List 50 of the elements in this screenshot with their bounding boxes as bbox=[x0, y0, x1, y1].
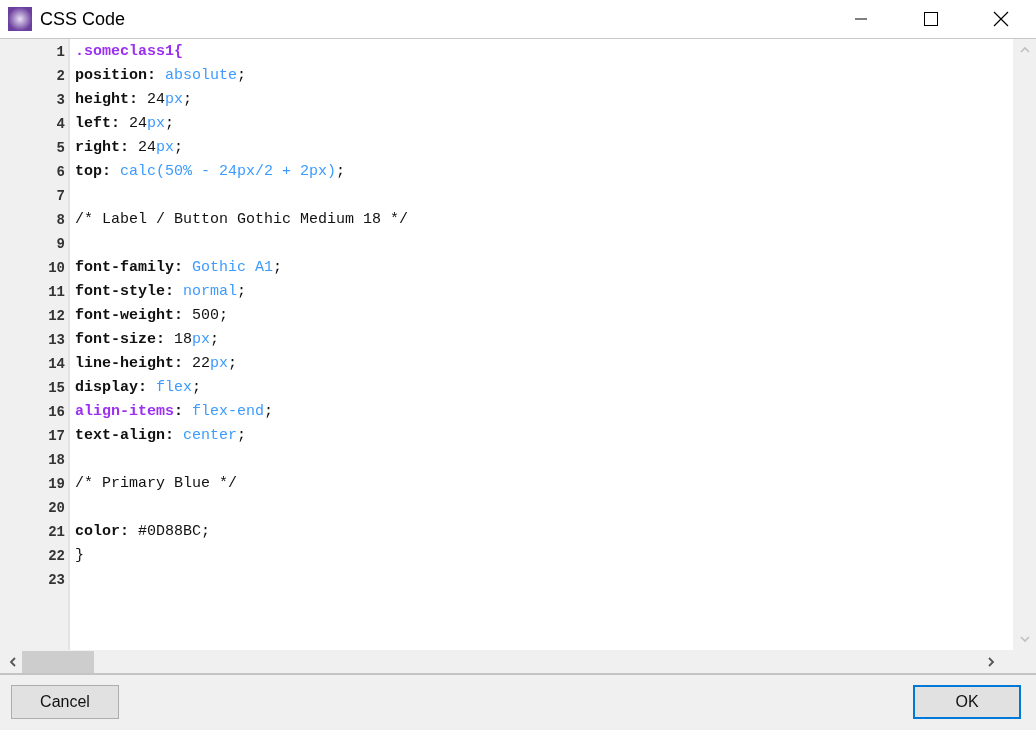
line-number: 17 bbox=[48, 428, 65, 444]
code-line: line-height: 22px; bbox=[75, 354, 238, 374]
code-line: font-style: normal; bbox=[75, 282, 247, 302]
line-number: 18 bbox=[48, 452, 65, 468]
code-line: /* Label / Button Gothic Medium 18 */ bbox=[75, 210, 409, 230]
code-line: align-items: flex-end; bbox=[75, 402, 274, 422]
line-number: 8 bbox=[56, 212, 65, 228]
scroll-left-icon[interactable] bbox=[8, 656, 18, 667]
code-line: .someclass1{ bbox=[75, 42, 184, 62]
code-line: position: absolute; bbox=[75, 66, 247, 86]
close-icon[interactable] bbox=[993, 11, 1009, 27]
line-number: 13 bbox=[48, 332, 65, 348]
code-line: top: calc(50% - 24px/2 + 2px); bbox=[75, 162, 346, 182]
line-number: 21 bbox=[48, 524, 65, 540]
app-icon bbox=[8, 7, 32, 31]
line-number: 10 bbox=[48, 260, 65, 276]
code-line: font-family: Gothic A1; bbox=[75, 258, 283, 278]
code-line: right: 24px; bbox=[75, 138, 184, 158]
line-number: 11 bbox=[48, 284, 65, 300]
line-number: 2 bbox=[56, 68, 65, 84]
scroll-right-icon[interactable] bbox=[986, 656, 996, 667]
dialog-button[interactable]: Cancel bbox=[11, 685, 119, 719]
line-number: 15 bbox=[48, 380, 65, 396]
line-number: 22 bbox=[48, 548, 65, 564]
line-number: 12 bbox=[48, 308, 65, 324]
dialog-button[interactable]: OK bbox=[913, 685, 1021, 719]
line-number: 16 bbox=[48, 404, 65, 420]
code-line: text-align: center; bbox=[75, 426, 247, 446]
line-number: 9 bbox=[56, 236, 65, 252]
line-number: 7 bbox=[56, 188, 65, 204]
line-number: 19 bbox=[48, 476, 65, 492]
window-title: CSS Code bbox=[40, 8, 127, 30]
code-line: font-size: 18px; bbox=[75, 330, 220, 350]
maximize-icon[interactable] bbox=[924, 12, 938, 26]
code-line: left: 24px; bbox=[75, 114, 175, 134]
code-line: /* Primary Blue */ bbox=[75, 474, 238, 494]
line-number: 3 bbox=[56, 92, 65, 108]
line-number: 6 bbox=[56, 164, 65, 180]
line-number: 14 bbox=[48, 356, 65, 372]
code-line: } bbox=[75, 546, 84, 566]
code-line: display: flex; bbox=[75, 378, 202, 398]
line-number: 4 bbox=[56, 116, 65, 132]
line-number: 1 bbox=[56, 44, 65, 60]
code-line: color: #0D88BC; bbox=[75, 522, 211, 542]
scrollbar-thumb[interactable] bbox=[22, 650, 94, 673]
line-number: 5 bbox=[56, 140, 65, 156]
code-line: font-weight: 500; bbox=[75, 306, 229, 326]
line-number: 23 bbox=[48, 572, 65, 588]
code-line: height: 24px; bbox=[75, 90, 193, 110]
line-number: 20 bbox=[48, 500, 65, 516]
